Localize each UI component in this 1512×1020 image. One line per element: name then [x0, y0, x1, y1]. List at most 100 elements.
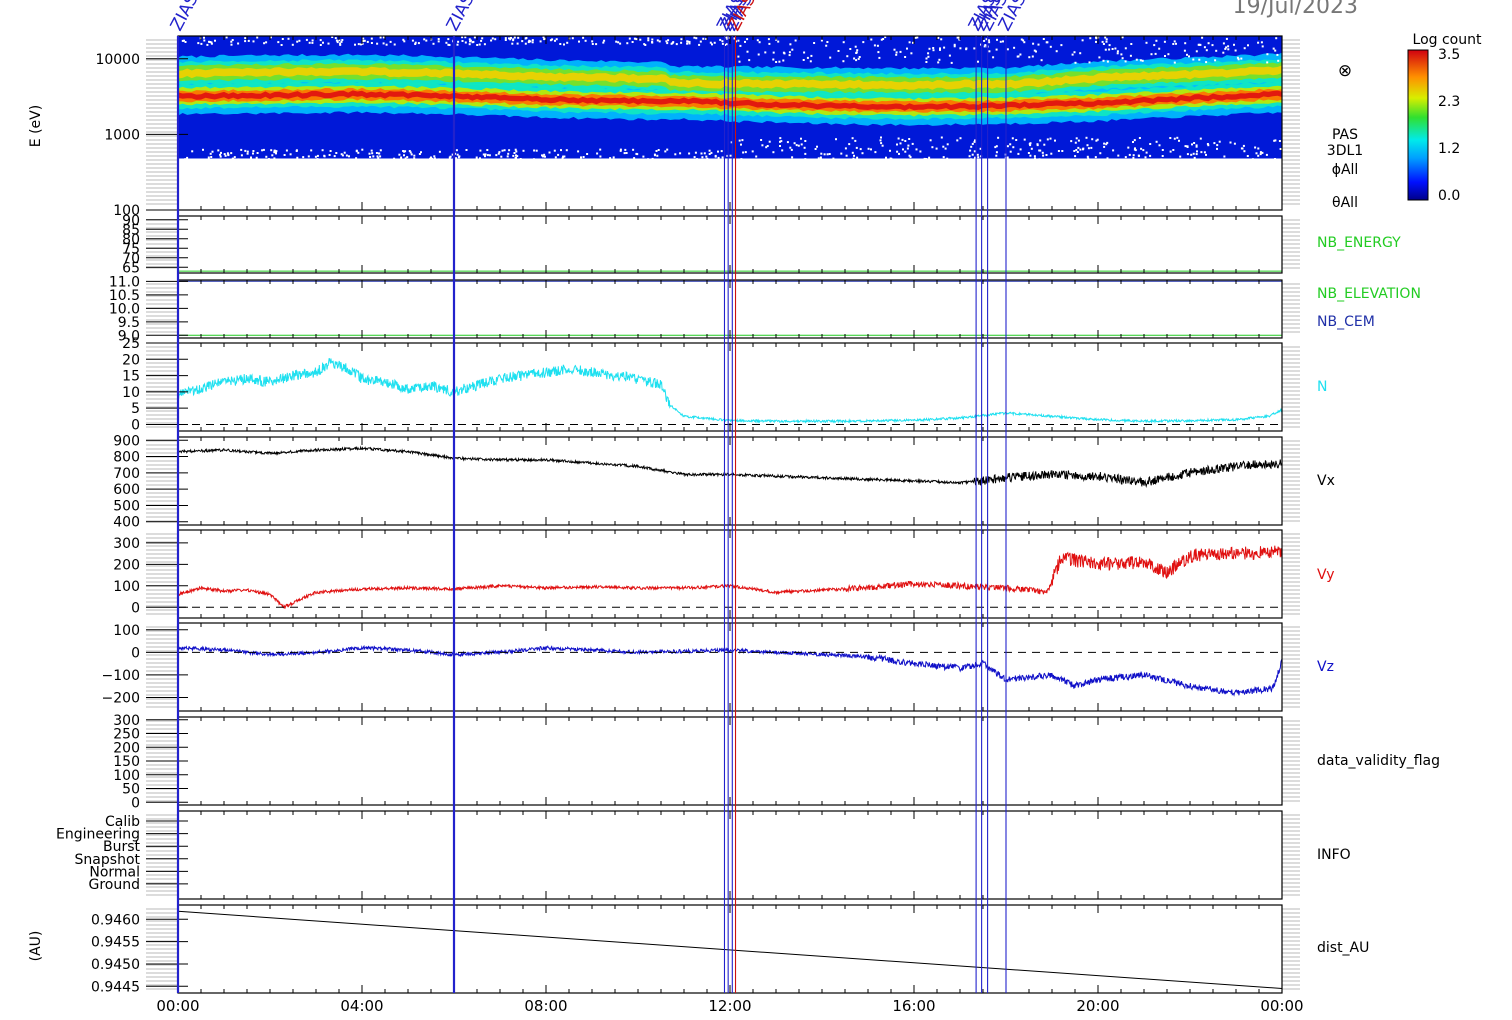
spectrogram-speckle	[1116, 50, 1119, 53]
spectrogram-speckle	[1161, 155, 1164, 157]
spectrogram-speckle	[1006, 48, 1009, 51]
spectrogram-speckle	[516, 155, 519, 158]
spectrogram-speckle	[603, 39, 606, 42]
x-tick-label: 12:00	[708, 997, 751, 1015]
spectrogram-speckle	[893, 48, 896, 51]
y-tick-label: 100	[113, 768, 140, 784]
spectrogram-speckle	[316, 158, 319, 161]
spectrogram-speckle	[651, 41, 654, 44]
spectrogram-speckle	[1134, 147, 1136, 150]
spectrogram-speckle	[524, 37, 527, 40]
y-tick-label: 0.9460	[91, 912, 140, 928]
spectrogram-speckle	[717, 150, 719, 153]
spectrogram-speckle	[819, 156, 822, 159]
panel-frame-energy	[177, 215, 1283, 274]
spectrogram-speckle	[217, 149, 220, 152]
spectrogram-speckle	[1257, 154, 1260, 157]
spectrogram-speckle	[319, 39, 322, 42]
spectrogram-speckle	[653, 153, 656, 156]
spectrogram-speckle	[1254, 146, 1257, 149]
spectrogram-speckle	[366, 40, 369, 43]
spectrogram-speckle	[804, 140, 807, 142]
spectrogram-ylabel: E (eV)	[28, 105, 44, 147]
spectrogram-speckle	[237, 158, 240, 161]
spectrogram-speckle	[751, 150, 754, 153]
spectrogram-speckle	[437, 40, 440, 43]
spectrogram-speckle	[1237, 58, 1240, 61]
spectrogram-speckle	[1173, 40, 1176, 43]
spectrogram-speckle	[411, 39, 414, 42]
spectrogram-speckle	[595, 43, 598, 46]
spectrogram-speckle	[885, 156, 887, 159]
spectrogram-speckle	[717, 156, 720, 159]
spectrogram-speckle	[1102, 43, 1105, 45]
spectrogram-speckle	[619, 148, 622, 151]
spectrogram-speckle	[757, 53, 760, 56]
spectrogram-speckle	[837, 50, 840, 52]
spectrogram-speckle	[557, 153, 560, 156]
spectrogram-speckle	[1011, 137, 1014, 140]
spectrogram-speckle	[181, 39, 184, 42]
spectrogram-speckle	[1009, 143, 1012, 146]
spectrogram-speckle	[468, 38, 471, 41]
spectrogram-speckle	[246, 152, 249, 155]
spectrogram-speckle	[197, 42, 200, 45]
spectrogram-speckle	[806, 56, 809, 59]
y-tick-label: 90	[122, 213, 140, 229]
spectrogram-speckle	[447, 43, 450, 46]
x-tick-label: 08:00	[524, 997, 567, 1015]
spectrogram-speckle	[479, 157, 481, 160]
spectrogram-speckle	[609, 157, 612, 160]
spectrogram-speckle	[240, 148, 243, 151]
spectrogram-speckle	[878, 56, 881, 59]
spectrogram-speckle	[219, 155, 222, 158]
spectrogram-speckle	[908, 154, 911, 157]
spectrogram-speckle	[701, 156, 704, 159]
spectrogram-speckle	[959, 47, 962, 50]
spectrogram-speckle	[946, 157, 949, 160]
spectrogram-speckle	[1140, 147, 1143, 150]
y-tick-label: 200	[113, 557, 140, 573]
spectrogram-speckle	[651, 157, 654, 160]
label-vx: Vx	[1317, 473, 1335, 489]
label-validity: data_validity_flag	[1317, 753, 1440, 769]
spectrogram-speckle	[777, 40, 780, 43]
spectrogram-speckle	[1033, 155, 1036, 158]
spectrogram-speckle	[705, 155, 708, 158]
series-dist_au	[177, 910, 1283, 989]
x-tick-label: 20:00	[1076, 997, 1119, 1015]
date-label: 19/Jul/2023	[1233, 0, 1358, 19]
spectrogram-speckle	[639, 38, 642, 41]
spectrogram-speckle	[1023, 41, 1026, 44]
spectrogram-speckle	[968, 155, 971, 158]
spectrogram-speckle	[672, 41, 675, 44]
spectrogram-speckle	[1205, 61, 1208, 64]
spectrogram-speckle	[506, 155, 509, 158]
spec-label-product: 3DL1	[1327, 143, 1363, 159]
spectrogram-speckle	[656, 154, 659, 157]
spectrogram-speckle	[862, 41, 865, 44]
spectrogram-speckle	[479, 149, 482, 152]
spectrogram-speckle	[977, 156, 980, 159]
spectrogram-speckle	[1079, 148, 1082, 151]
spectrogram-speckle	[261, 149, 264, 152]
spectrogram-speckle	[1132, 154, 1135, 157]
spectrogram-speckle	[354, 43, 356, 46]
spectrogram-speckle	[760, 139, 763, 141]
spectrogram-speckle	[857, 57, 860, 60]
spectrogram-speckle	[870, 148, 872, 151]
spectrogram-speckle	[965, 48, 968, 51]
spectrogram-speckle	[858, 56, 861, 58]
y-tick-label: 100	[113, 623, 140, 639]
spectrogram-speckle	[341, 154, 344, 157]
spectrogram-speckle	[554, 156, 557, 159]
spectrogram-speckle	[268, 158, 270, 161]
spectrogram-speckle	[908, 138, 911, 140]
spectrogram-speckle	[357, 151, 360, 154]
spectrogram-speckle	[521, 40, 524, 43]
spectrogram-speckle	[211, 150, 214, 153]
y-tick-label: 800	[113, 450, 140, 466]
spectrogram-speckle	[1207, 144, 1210, 147]
spectrogram-speckle	[748, 59, 751, 62]
spectrogram-speckle	[1261, 45, 1264, 48]
